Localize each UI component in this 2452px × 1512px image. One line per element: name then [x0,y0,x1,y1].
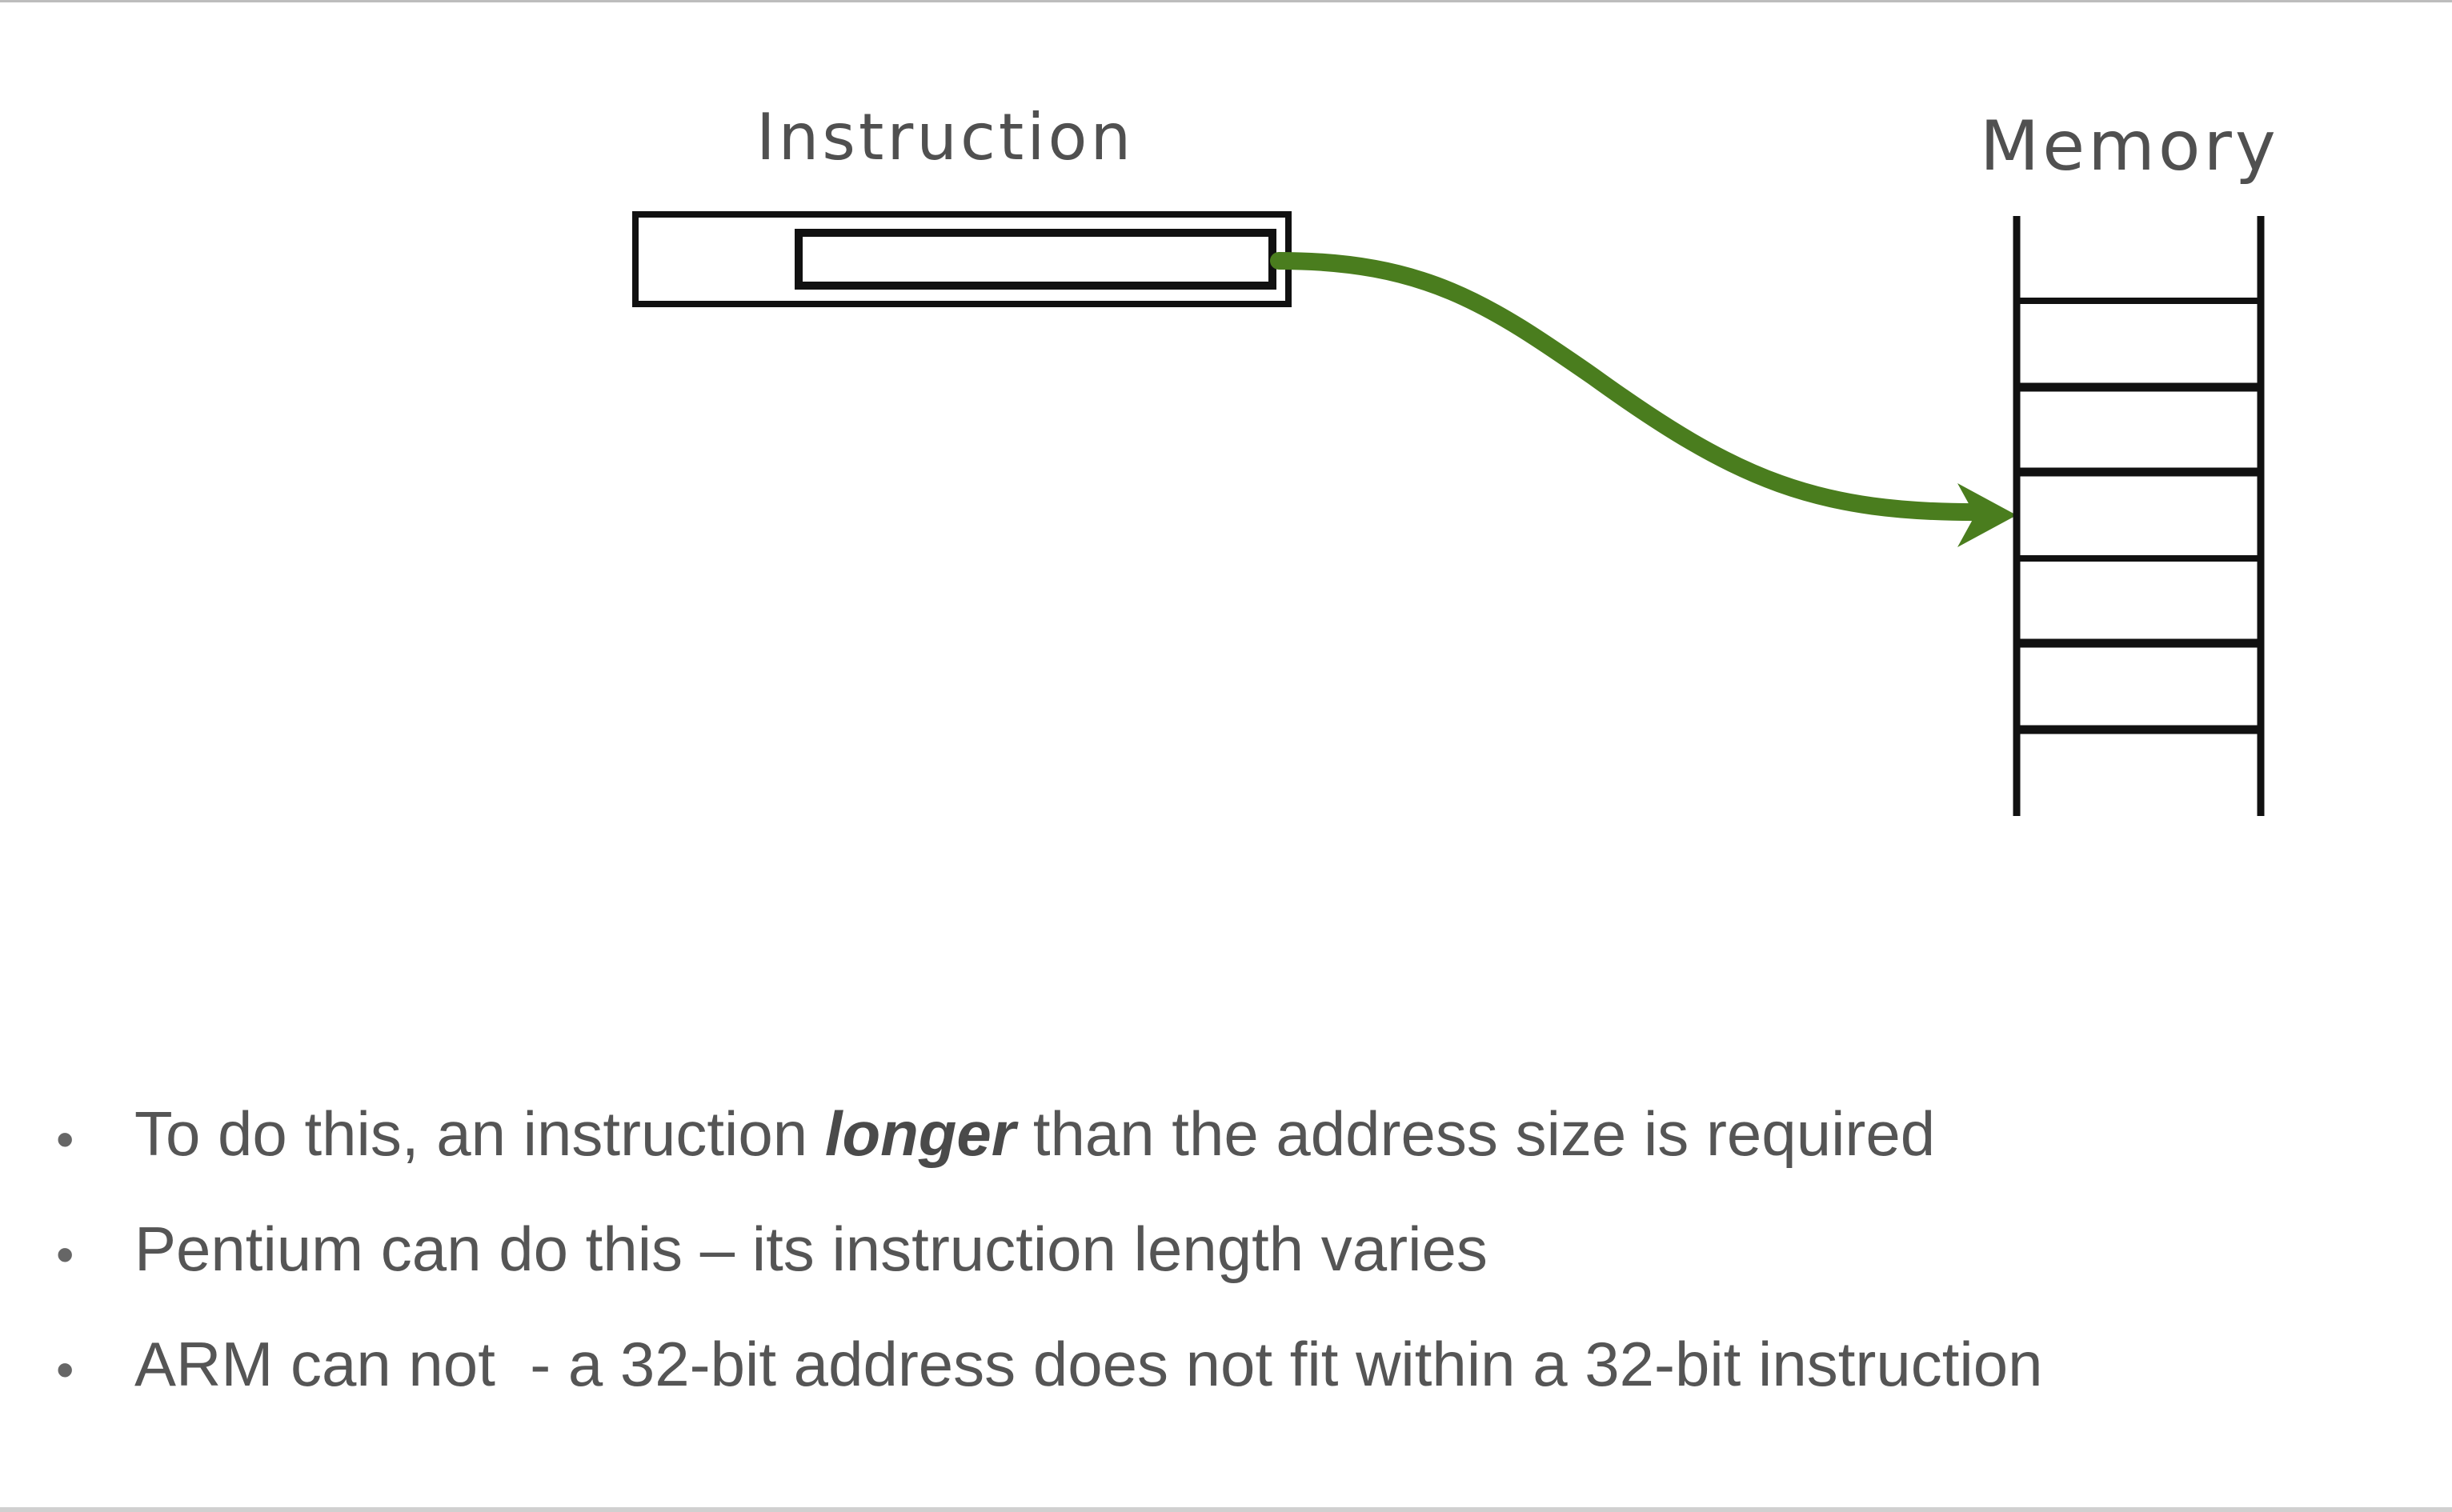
bullet-text: Pentium can do this – its instruction le… [134,1214,1488,1284]
bullet-icon: • [56,1110,74,1168]
bullet-text-part: To do this, an instruction [134,1098,825,1169]
bottom-divider [0,1507,2452,1512]
bullet-text-part: than the address size is required [1016,1098,1936,1169]
emphasis-text: longer [824,1098,1016,1169]
bullet-text: ARM can not - a 32-bit address does not … [134,1329,2043,1399]
pointer-arrow [1270,252,1993,522]
bullet-text: To do this, an instruction longer than t… [134,1102,1935,1165]
bullet-icon: • [56,1341,74,1398]
addressing-diagram [632,211,2265,816]
memory-block [2013,216,2265,816]
bullet-icon: • [56,1226,74,1283]
instruction-box [632,211,1292,307]
address-field-box [795,229,1276,290]
